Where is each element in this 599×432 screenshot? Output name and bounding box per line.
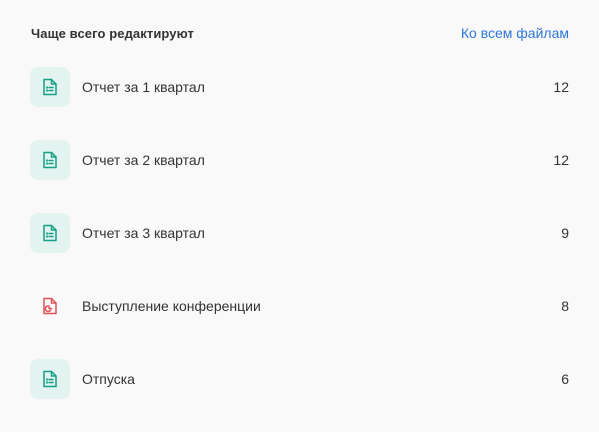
file-row[interactable]: Отчет за 1 квартал 12 (30, 67, 569, 107)
file-name: Выступление конференции (82, 298, 261, 314)
file-row[interactable]: Отчет за 2 квартал 12 (30, 140, 569, 180)
file-row[interactable]: Отчет за 3 квартал 9 (30, 213, 569, 253)
edit-count: 8 (561, 298, 569, 314)
file-row[interactable]: Выступление конференции 8 (30, 286, 569, 326)
all-files-link[interactable]: Ко всем файлам (461, 25, 569, 41)
document-icon (30, 213, 70, 253)
file-name: Отчет за 3 квартал (82, 225, 205, 241)
document-icon (30, 140, 70, 180)
edit-count: 9 (561, 225, 569, 241)
file-list: Отчет за 1 квартал 12 Отчет за 2 квартал… (30, 67, 569, 432)
document-icon (30, 359, 70, 399)
file-row[interactable]: Отпуска 6 (30, 359, 569, 399)
file-name: Отпуска (82, 371, 135, 387)
file-name: Отчет за 1 квартал (82, 79, 205, 95)
file-name: Отчет за 2 квартал (82, 152, 205, 168)
edit-count: 12 (553, 152, 569, 168)
edit-count: 12 (553, 79, 569, 95)
widget-header: Чаще всего редактируют Ко всем файлам (31, 22, 569, 44)
frequently-edited-widget: Чаще всего редактируют Ко всем файлам От… (0, 0, 599, 422)
presentation-icon (30, 286, 70, 326)
edit-count: 6 (561, 371, 569, 387)
widget-title: Чаще всего редактируют (31, 25, 194, 41)
document-icon (30, 67, 70, 107)
